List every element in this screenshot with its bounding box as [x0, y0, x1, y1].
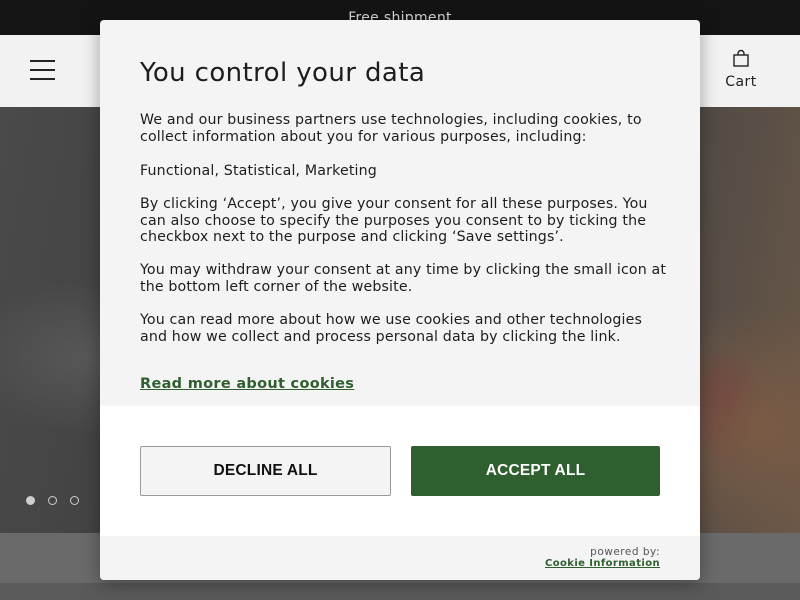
- carousel-dot-2[interactable]: [48, 496, 57, 505]
- carousel-dot-1[interactable]: [26, 496, 35, 505]
- consent-text: By clicking ‘Accept’, you give your cons…: [140, 196, 648, 246]
- powered-by-label: powered by:: [590, 546, 660, 558]
- cart-label: Cart: [725, 74, 757, 90]
- purposes-text: Functional, Statistical, Marketing: [140, 163, 377, 179]
- dialog-button-area: DECLINE ALL ACCEPT ALL: [100, 406, 700, 536]
- decline-all-button[interactable]: DECLINE ALL: [140, 446, 391, 496]
- read-more-cookies-link[interactable]: Read more about cookies: [140, 376, 354, 392]
- dialog-footer: powered by: Cookie Information: [100, 536, 700, 580]
- carousel-dots: [26, 496, 79, 505]
- dialog-title: You control your data: [140, 58, 426, 88]
- withdraw-text: You may withdraw your consent at any tim…: [140, 262, 667, 295]
- shopping-bag-icon: [733, 49, 749, 67]
- cart-button[interactable]: Cart: [722, 49, 760, 90]
- cookie-consent-dialog: You control your data We and our busines…: [100, 20, 700, 580]
- page-section-bottom: [0, 583, 800, 600]
- hamburger-icon[interactable]: [30, 60, 55, 80]
- accept-all-button[interactable]: ACCEPT ALL: [411, 446, 660, 496]
- cookie-information-link[interactable]: Cookie Information: [545, 558, 660, 570]
- read-more-text: You can read more about how we use cooki…: [140, 312, 643, 345]
- carousel-dot-3[interactable]: [70, 496, 79, 505]
- powered-by: powered by: Cookie Information: [545, 546, 660, 570]
- intro-text: We and our business partners use technol…: [140, 112, 642, 145]
